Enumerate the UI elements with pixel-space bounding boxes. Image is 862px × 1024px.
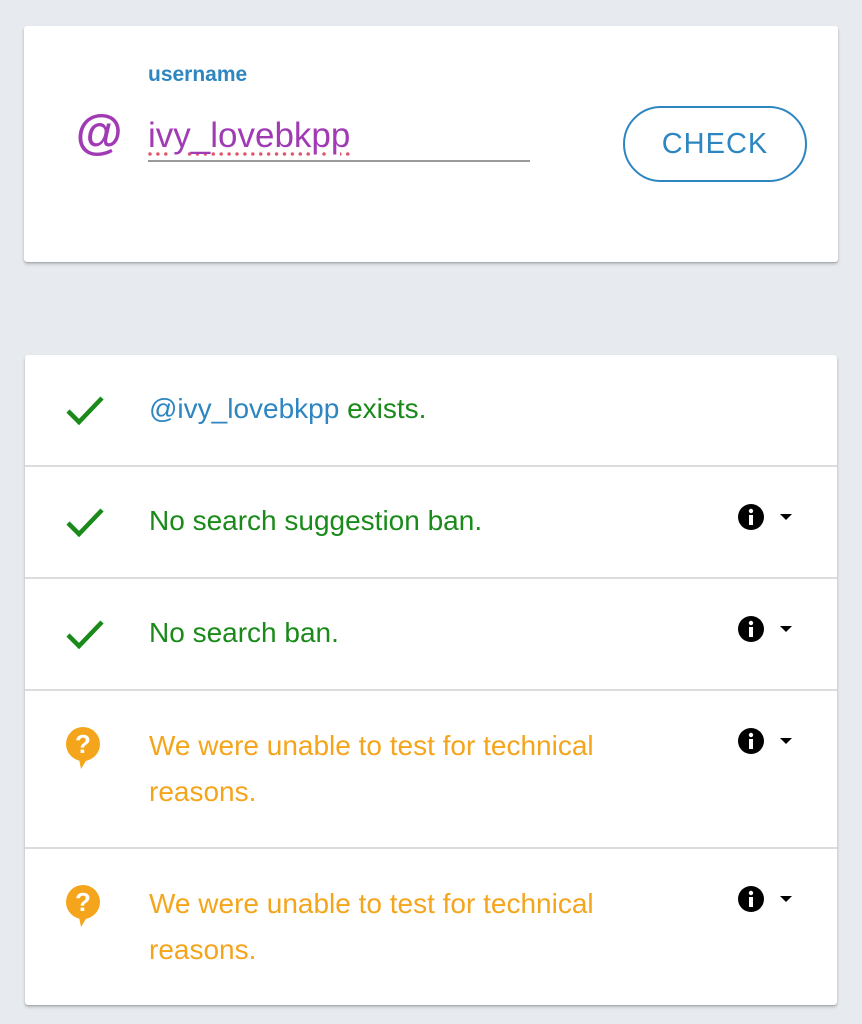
username-label: username (148, 63, 248, 86)
result-message: We were unable to test for technical rea… (149, 888, 594, 965)
results-card: @ivy_lovebkpp exists. No search suggesti… (25, 355, 837, 1005)
info-icon[interactable] (737, 885, 765, 913)
username-search-card: username @ CHECK (24, 26, 838, 262)
result-row-search-suggestion-ban: No search suggestion ban. (25, 467, 837, 579)
result-message: No search suggestion ban. (149, 505, 483, 536)
result-row-unknown: ? We were unable to test for technical r… (25, 691, 837, 849)
info-dropdown-toggle[interactable] (737, 727, 801, 757)
info-icon[interactable] (737, 503, 765, 531)
info-icon[interactable] (737, 727, 765, 755)
caret-down-icon[interactable] (779, 736, 793, 746)
caret-down-icon[interactable] (779, 624, 793, 634)
result-row-unknown: ? We were unable to test for technical r… (25, 849, 837, 1005)
check-icon (66, 396, 104, 426)
info-dropdown-toggle[interactable] (737, 885, 801, 915)
svg-text:?: ? (75, 887, 91, 917)
result-message: We were unable to test for technical rea… (149, 730, 594, 807)
check-button[interactable]: CHECK (623, 106, 807, 182)
check-icon (66, 620, 104, 650)
result-row-search-ban: No search ban. (25, 579, 837, 691)
question-bubble-icon: ? (66, 885, 100, 927)
result-handle: @ivy_lovebkpp (149, 393, 340, 424)
caret-down-icon[interactable] (779, 894, 793, 904)
username-input[interactable] (148, 112, 530, 162)
info-dropdown-toggle[interactable] (737, 615, 801, 645)
check-icon (66, 508, 104, 538)
svg-text:?: ? (75, 729, 91, 759)
result-text: @ivy_lovebkpp exists. (149, 386, 426, 432)
info-icon[interactable] (737, 615, 765, 643)
info-dropdown-toggle[interactable] (737, 503, 801, 533)
at-icon: @ (75, 107, 122, 160)
result-message: exists. (339, 393, 427, 424)
caret-down-icon[interactable] (779, 512, 793, 522)
question-bubble-icon: ? (66, 727, 100, 769)
result-message: No search ban. (149, 617, 339, 648)
result-row-exists: @ivy_lovebkpp exists. (25, 355, 837, 467)
